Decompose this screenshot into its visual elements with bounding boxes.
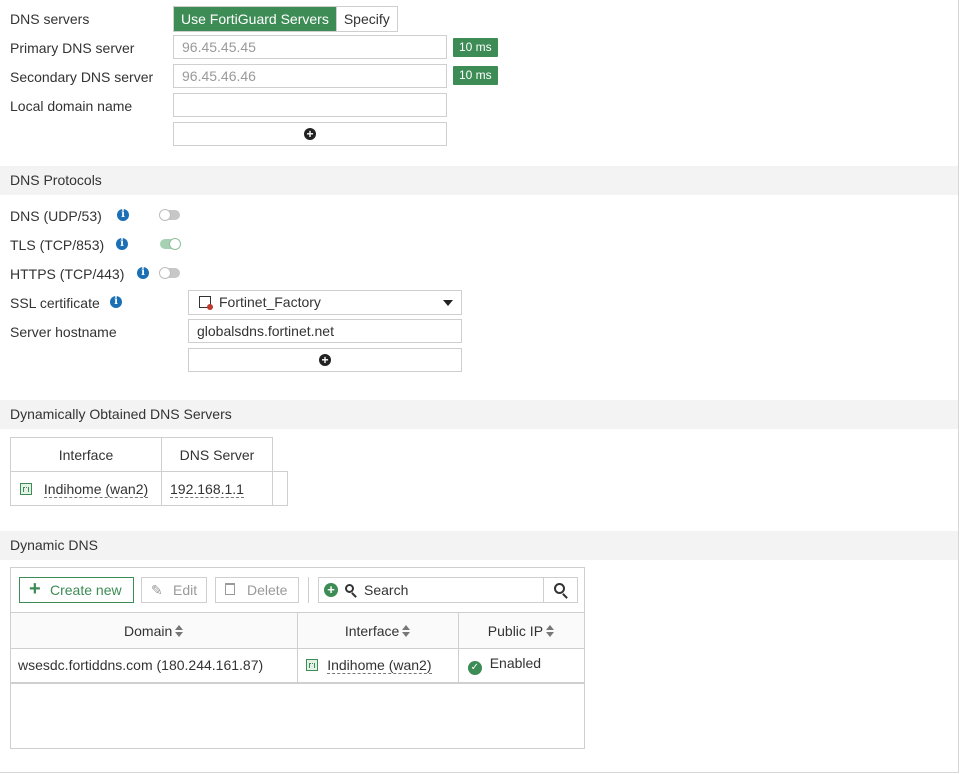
dynamic-dns-section-header: Dynamic DNS (0, 531, 958, 560)
column-header-interface-label: Interface (344, 622, 400, 639)
create-new-label: Create new (50, 582, 122, 598)
public-ip-status: Enabled (489, 655, 542, 672)
column-header-public-ip[interactable]: Public IP (457, 612, 586, 649)
interface-link[interactable]: Indihome (wan2) (43, 480, 149, 498)
dns-servers-mode-toggle: Use FortiGuard Servers Specify (173, 6, 398, 32)
check-circle-icon: ✓ (467, 661, 482, 676)
column-header-domain-label: Domain (124, 622, 173, 639)
local-domain-label: Local domain name (10, 98, 133, 114)
add-local-domain-button[interactable]: + (173, 122, 447, 146)
plus-circle-icon: + (319, 354, 331, 366)
server-hostname-label: Server hostname (10, 324, 117, 340)
dynamic-dns-title: Dynamic DNS (10, 537, 98, 553)
server-hostname-input[interactable]: globalsdns.fortinet.net (188, 319, 462, 343)
dns-server-value[interactable]: 192.168.1.1 (170, 480, 244, 498)
column-header-interface[interactable]: Interface (297, 612, 459, 649)
table-row[interactable]: Indihome (wan2) 192.168.1.1 (10, 471, 288, 506)
certificate-icon (199, 296, 213, 310)
dns-servers-label: DNS servers (10, 11, 90, 27)
dynamic-dns-servers-title: Dynamically Obtained DNS Servers (10, 406, 232, 422)
primary-dns-input[interactable]: 96.45.45.45 (173, 35, 447, 59)
secondary-dns-label: Secondary DNS server (10, 69, 154, 85)
secondary-dns-input[interactable]: 96.45.46.46 (173, 64, 447, 88)
column-header-dns-server: DNS Server (161, 437, 273, 472)
dns-udp-toggle[interactable] (159, 209, 180, 221)
info-icon[interactable]: i (117, 209, 129, 221)
plus-circle-icon: + (304, 128, 316, 140)
delete-label: Delete (247, 582, 288, 598)
plus-icon: + (29, 578, 41, 600)
edit-label: Edit (173, 582, 198, 598)
sort-icon (546, 624, 555, 637)
use-fortiguard-servers-button[interactable]: Use FortiGuard Servers (174, 7, 336, 31)
table-row[interactable]: wsesdc.fortiddns.com (180.244.161.87) In… (9, 648, 586, 683)
network-port-icon (306, 659, 319, 672)
dynamic-dns-servers-section-header: Dynamically Obtained DNS Servers (0, 400, 958, 429)
https-toggle[interactable] (159, 267, 180, 279)
ssl-certificate-label: SSL certificate (10, 295, 100, 311)
dns-settings-page: DNS servers Use FortiGuard Servers Speci… (0, 0, 959, 773)
local-domain-input[interactable] (173, 93, 447, 117)
toolbar-divider (308, 577, 309, 603)
add-server-hostname-button[interactable]: + (188, 348, 462, 372)
tls-toggle[interactable] (160, 238, 181, 250)
dns-udp-label: DNS (UDP/53) (10, 208, 102, 224)
pencil-icon: ✎ (151, 582, 163, 598)
network-port-icon (20, 482, 32, 495)
dns-protocols-title: DNS Protocols (10, 172, 102, 188)
column-header-public-ip-label: Public IP (487, 622, 544, 639)
info-icon[interactable]: i (110, 296, 122, 308)
column-header-domain[interactable]: Domain (9, 612, 299, 649)
ssl-certificate-select[interactable]: Fortinet_Factory (188, 290, 462, 315)
https-label: HTTPS (TCP/443) (10, 266, 125, 282)
ssl-certificate-value: Fortinet_Factory (219, 294, 321, 310)
info-icon[interactable]: i (137, 267, 149, 279)
sort-icon (402, 624, 411, 637)
edit-button[interactable]: ✎ Edit (141, 577, 207, 603)
column-header-interface: Interface (10, 437, 162, 472)
search-button[interactable] (543, 577, 578, 603)
interface-link[interactable]: Indihome (wan2) (327, 657, 432, 675)
dynamic-dns-table: Domain Interface Public IP wsesdc.fortid… (9, 612, 586, 684)
specify-button[interactable]: Specify (335, 7, 397, 31)
trash-icon (225, 583, 235, 595)
add-filter-icon[interactable]: + (324, 583, 338, 597)
secondary-dns-latency-badge: 10 ms (453, 66, 498, 85)
delete-button[interactable]: Delete (215, 577, 299, 603)
domain-cell: wsesdc.fortiddns.com (180.244.161.87) (9, 648, 299, 683)
table-filler (272, 471, 288, 506)
search-input[interactable]: + Search (318, 577, 544, 603)
primary-dns-latency-badge: 10 ms (453, 38, 498, 57)
chevron-down-icon (443, 300, 453, 306)
tls-label: TLS (TCP/853) (10, 237, 105, 253)
dns-protocols-section-header: DNS Protocols (0, 166, 958, 195)
search-placeholder: Search (364, 582, 409, 598)
sort-icon (175, 624, 184, 637)
info-icon[interactable]: i (116, 238, 128, 250)
table-filler (272, 437, 288, 472)
primary-dns-label: Primary DNS server (10, 40, 135, 56)
dynamic-dns-servers-table: Interface DNS Server Indihome (wan2) 192… (10, 437, 288, 506)
create-new-button[interactable]: + Create new (19, 577, 134, 603)
